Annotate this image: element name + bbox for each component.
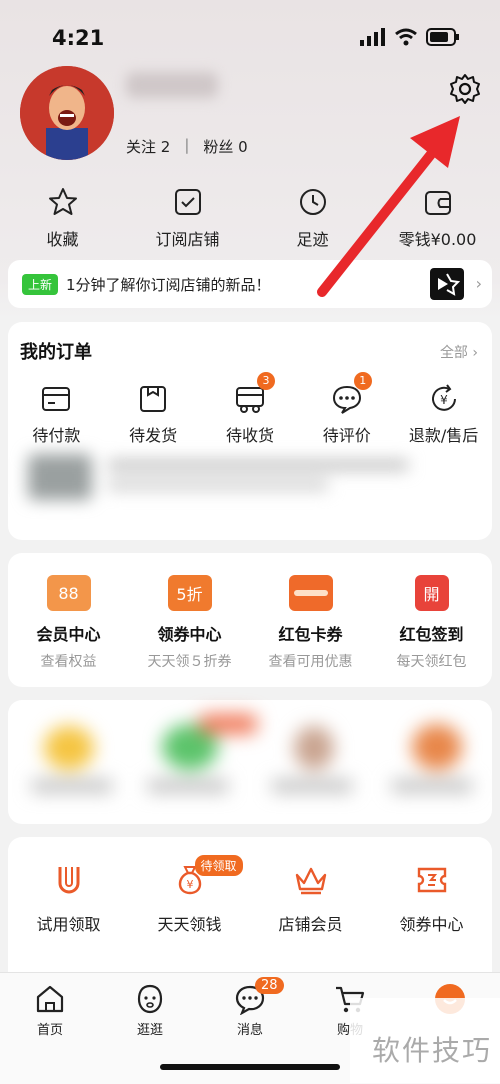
red-envelope-icon: 開 (414, 575, 449, 611)
watermark-text: 软件技巧 (371, 1034, 492, 1067)
follow-stats: 关注 2 | 粉丝 0 (126, 136, 248, 157)
tool-coupon-center[interactable]: 领券中心 (377, 861, 487, 935)
tool-trial[interactable]: 试用领取 (14, 861, 124, 935)
recent-order-blurred[interactable] (28, 454, 468, 500)
order-pending-shipment[interactable]: 待发货 (108, 382, 198, 446)
orders-title: 我的订单 (20, 342, 92, 363)
svg-text:¥: ¥ (440, 393, 448, 407)
tab-label: 逛逛 (136, 1023, 163, 1038)
status-time: 4:21 (52, 26, 105, 50)
separator: | (184, 136, 190, 154)
tab-messages[interactable]: 28 消息 (205, 977, 295, 1038)
red-packet-icon (288, 575, 333, 611)
signal-icon (360, 28, 385, 46)
browse-icon (137, 984, 163, 1014)
quick-favorites[interactable]: 收藏 (3, 186, 123, 250)
order-label: 待评价 (322, 426, 371, 445)
promo-card-blurred[interactable] (8, 700, 492, 824)
home-indicator (160, 1064, 340, 1070)
tool-label: 天天领钱 (157, 915, 222, 934)
orders-card: 我的订单 全部 › 待付款 待发货 3 待收货 1 待评价 ¥ 退款/售后 (8, 322, 492, 540)
orders-view-all[interactable]: 全部 › (440, 342, 478, 362)
member-services-row: 88 会员中心 查看权益 5折 领券中心 天天领５折券 红包卡券 查看可用优惠 … (8, 575, 492, 671)
tool-store-membership[interactable]: 店铺会员 (256, 861, 366, 935)
quick-label: 零钱¥0.00 (398, 230, 477, 249)
svg-text:¥: ¥ (186, 878, 193, 891)
banner-text: 1分钟了解你订阅店铺的新品！ (66, 275, 271, 294)
member-subtitle: 天天领５折券 (147, 654, 232, 670)
member-subtitle: 每天领红包 (396, 654, 467, 670)
u-icon (58, 867, 79, 894)
battery-icon (426, 28, 459, 46)
red-packet-cards[interactable]: 红包卡券 查看可用优惠 (256, 575, 366, 671)
pending-claim-badge: 待领取 (194, 855, 243, 876)
clock-icon (299, 189, 326, 215)
quick-label: 订阅店铺 (155, 230, 220, 249)
order-label: 待发货 (129, 426, 178, 445)
tool-label: 试用领取 (36, 915, 101, 934)
quick-subscribed-stores[interactable]: 订阅店铺 (128, 186, 248, 250)
tools-row: 试用领取 ¥ 待领取 天天领钱 店铺会员 领券中心 (8, 855, 492, 935)
receipt-count-badge: 3 (256, 372, 275, 390)
order-status-row: 待付款 待发货 3 待收货 1 待评价 ¥ 退款/售后 (8, 372, 492, 446)
message-count-badge: 28 (255, 977, 284, 994)
gear-icon[interactable] (448, 72, 482, 106)
fans-count[interactable]: 粉丝 0 (203, 136, 247, 157)
username-blurred (126, 72, 218, 98)
order-label: 退款/售后 (408, 426, 479, 445)
tab-home[interactable]: 首页 (5, 983, 95, 1038)
refund-icon: ¥ (431, 384, 456, 411)
watermark: 软件技巧 (350, 998, 500, 1083)
red-packet-checkin[interactable]: 開 红包签到 每天领红包 (377, 575, 487, 671)
member-subtitle: 查看权益 (40, 654, 97, 670)
avatar-image (20, 66, 114, 160)
order-pending-review[interactable]: 1 待评价 (302, 372, 392, 446)
store-check-icon (174, 189, 201, 215)
tab-label: 首页 (36, 1023, 63, 1038)
chevron-right-icon: › (475, 274, 482, 293)
status-icons (360, 28, 460, 46)
card-icon (42, 387, 71, 411)
tool-label: 领券中心 (399, 915, 464, 934)
new-arrivals-banner[interactable]: 上新 1分钟了解你订阅店铺的新品！ › (8, 260, 492, 308)
member-subtitle: 查看可用优惠 (268, 654, 353, 670)
box-icon (140, 386, 167, 412)
home-icon (36, 985, 64, 1013)
quick-label: 足迹 (296, 230, 329, 249)
quick-access-row: 收藏 订阅店铺 足迹 零钱¥0.00 (0, 186, 500, 250)
order-refund[interactable]: ¥ 退款/售后 (399, 382, 489, 446)
tool-label: 店铺会员 (278, 915, 343, 934)
quick-wallet[interactable]: 零钱¥0.00 (378, 186, 498, 250)
order-label: 待收货 (225, 426, 274, 445)
review-count-badge: 1 (353, 372, 372, 390)
member-services-card: 88 会员中心 查看权益 5折 领券中心 天天领５折券 红包卡券 查看可用优惠 … (8, 553, 492, 687)
member-title: 红包签到 (399, 625, 464, 644)
order-pending-receipt[interactable]: 3 待收货 (205, 372, 295, 446)
brand-logo-icon (430, 268, 464, 300)
member-title: 会员中心 (36, 625, 101, 644)
new-badge: 上新 (22, 273, 59, 295)
quick-label: 收藏 (46, 230, 79, 249)
quick-history[interactable]: 足迹 (253, 186, 373, 250)
tab-browse[interactable]: 逛逛 (105, 983, 195, 1038)
ticket-icon (417, 867, 446, 893)
coupon-center[interactable]: 5折 领券中心 天天领５折券 (135, 575, 245, 671)
star-icon (48, 188, 77, 215)
order-label: 待付款 (32, 426, 81, 445)
vip-88-icon: 88 (46, 575, 91, 611)
discount-coupon-icon: 5折 (167, 575, 212, 611)
member-center[interactable]: 88 会员中心 查看权益 (14, 575, 124, 671)
wifi-icon (395, 28, 417, 46)
tool-daily-money[interactable]: ¥ 待领取 天天领钱 (135, 855, 245, 935)
member-title: 领券中心 (157, 625, 222, 644)
promo-blur-content (8, 700, 492, 824)
member-title: 红包卡券 (278, 625, 343, 644)
order-pending-payment[interactable]: 待付款 (11, 382, 101, 446)
following-count[interactable]: 关注 2 (126, 136, 170, 157)
tab-label: 消息 (236, 1023, 263, 1038)
wallet-icon (424, 191, 451, 215)
crown-icon (295, 867, 326, 895)
avatar[interactable] (20, 66, 114, 160)
